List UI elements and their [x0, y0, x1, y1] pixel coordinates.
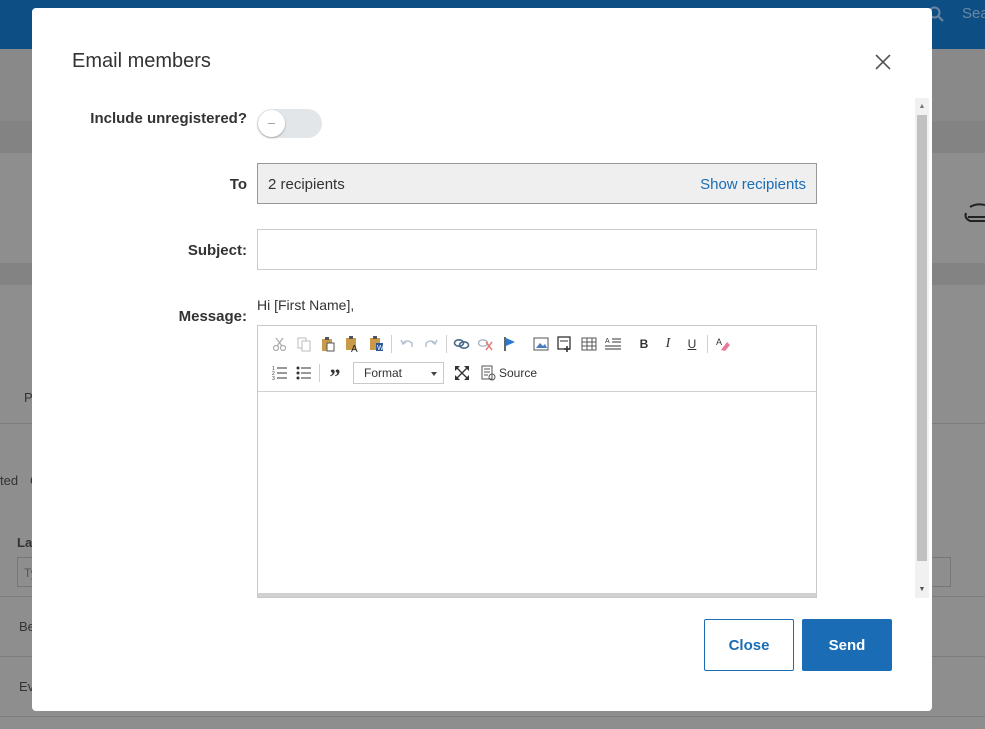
show-recipients-link[interactable]: Show recipients	[700, 176, 806, 193]
include-unregistered-toggle[interactable]: –	[257, 109, 322, 138]
background-search-text: Sea	[962, 5, 985, 22]
paste-word-icon[interactable]: W	[364, 332, 388, 356]
subject-input[interactable]	[257, 229, 817, 270]
paste-text-icon[interactable]: A	[340, 332, 364, 356]
toolbar-separator	[446, 335, 447, 353]
toolbar-separator	[525, 335, 526, 353]
include-unregistered-label: Include unregistered?	[90, 110, 247, 127]
to-label: To	[229, 176, 247, 193]
underline-button[interactable]: U	[680, 332, 704, 356]
background-hand-icon	[964, 203, 985, 222]
message-greeting: Hi [First Name],	[257, 297, 355, 313]
editor-resize-bar[interactable]	[258, 593, 816, 597]
background-divider	[0, 716, 985, 717]
toolbar-separator	[391, 335, 392, 353]
background-filter-input	[930, 557, 951, 587]
message-body[interactable]	[258, 393, 816, 593]
email-members-dialog: Email members ▲ ▼ Include unregistered? …	[32, 8, 932, 711]
redo-icon[interactable]	[419, 332, 443, 356]
maximize-icon[interactable]	[450, 361, 474, 385]
recipients-field: 2 recipients Show recipients	[257, 163, 817, 204]
source-label: Source	[499, 366, 538, 380]
bold-button[interactable]: B	[632, 332, 656, 356]
source-button[interactable]: Source	[480, 365, 537, 381]
rich-text-editor: A W A B I U A 1 2 3 ” Format Source	[257, 325, 817, 598]
scroll-down-arrow-icon[interactable]: ▼	[915, 581, 929, 598]
toolbar-separator	[707, 335, 708, 353]
unlink-icon[interactable]	[474, 332, 498, 356]
editor-toolbar: A W A B I U A 1 2 3 ” Format Source	[258, 326, 816, 392]
format-dropdown[interactable]: Format	[353, 362, 444, 384]
background-filter-fragment: ted	[0, 473, 19, 488]
format-dropdown-label: Format	[364, 366, 403, 380]
link-icon[interactable]	[450, 332, 474, 356]
bullet-list-icon[interactable]	[292, 361, 316, 385]
send-button[interactable]: Send	[802, 619, 892, 671]
svg-text:W: W	[377, 345, 384, 352]
embed-icon[interactable]	[553, 332, 577, 356]
toolbar-separator	[628, 335, 629, 353]
table-icon[interactable]	[577, 332, 601, 356]
close-button[interactable]: Close	[704, 619, 794, 671]
background-filter-input: Ty	[17, 557, 37, 587]
chevron-down-icon	[431, 372, 437, 376]
scroll-up-arrow-icon[interactable]: ▲	[915, 98, 929, 115]
blockquote-icon[interactable]: ”	[323, 361, 347, 388]
image-icon[interactable]	[529, 332, 553, 356]
source-icon	[481, 365, 496, 381]
undo-icon[interactable]	[395, 332, 419, 356]
copy-icon[interactable]	[292, 332, 316, 356]
subject-label: Subject:	[187, 242, 247, 259]
message-label: Message:	[178, 308, 247, 325]
svg-text:A: A	[716, 337, 722, 347]
paste-icon[interactable]	[316, 332, 340, 356]
svg-text:A: A	[605, 338, 610, 345]
close-icon[interactable]	[872, 51, 894, 73]
anchor-icon[interactable]	[498, 332, 522, 356]
text-indent-icon[interactable]: A	[601, 332, 625, 356]
scroll-thumb[interactable]	[917, 115, 927, 561]
toolbar-row: A W A B I U A	[268, 332, 735, 356]
recipients-count: 2 recipients	[268, 176, 345, 193]
toolbar-separator	[319, 364, 320, 382]
toolbar-row: 123 ” Format Source	[268, 361, 537, 388]
cut-icon[interactable]	[268, 332, 292, 356]
svg-text:A: A	[351, 344, 358, 353]
remove-format-icon[interactable]: A	[711, 332, 735, 356]
numbered-list-icon[interactable]: 123	[268, 361, 292, 385]
dialog-title: Email members	[72, 50, 211, 72]
svg-text:3: 3	[272, 376, 275, 381]
italic-button[interactable]: I	[656, 332, 680, 356]
dialog-scrollbar[interactable]: ▲ ▼	[915, 98, 929, 598]
toggle-knob: –	[258, 110, 285, 137]
